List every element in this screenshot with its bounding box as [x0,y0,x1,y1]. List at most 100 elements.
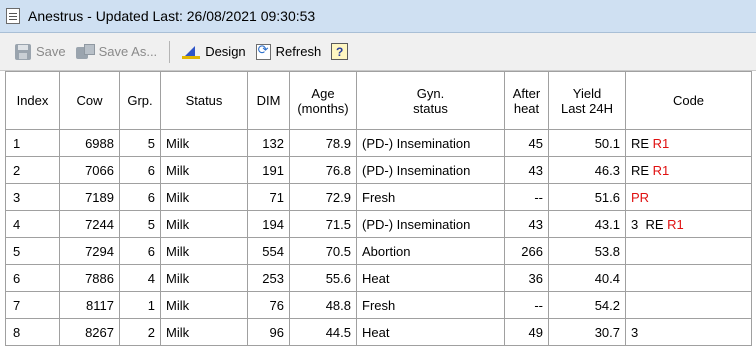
cell-gyn-status[interactable]: (PD-) Insemination [356,156,505,184]
cell-yield[interactable]: 51.6 [548,183,626,211]
table-row[interactable]: 3 7189 6 Milk 71 72.9 Fresh -- 51.6 PR [5,183,752,211]
cell-cow[interactable]: 8117 [59,291,120,319]
cell-gyn-status[interactable]: (PD-) Insemination [356,129,505,157]
cell-gyn-status[interactable]: Fresh [356,291,505,319]
header-code[interactable]: Code [625,71,752,130]
cell-cow[interactable]: 8267 [59,318,120,346]
header-index[interactable]: Index [5,71,60,130]
cell-gyn-status[interactable]: Fresh [356,183,505,211]
cell-cow[interactable]: 7066 [59,156,120,184]
save-button[interactable]: Save [10,39,71,65]
help-button[interactable]: ? [326,39,353,65]
cell-grp[interactable]: 5 [119,210,161,238]
cell-after-heat[interactable]: 49 [504,318,549,346]
cell-age[interactable]: 70.5 [289,237,357,265]
cell-after-heat[interactable]: 266 [504,237,549,265]
cell-status[interactable]: Milk [160,291,248,319]
cell-age[interactable]: 48.8 [289,291,357,319]
cell-index[interactable]: 8 [5,318,60,346]
table-row[interactable]: 4 7244 5 Milk 194 71.5 (PD-) Insemination 43 43.… [5,210,752,238]
cell-after-heat[interactable]: -- [504,183,549,211]
cell-yield[interactable]: 43.1 [548,210,626,238]
cell-grp[interactable]: 4 [119,264,161,292]
cell-yield[interactable]: 46.3 [548,156,626,184]
cell-code[interactable] [625,237,752,265]
cell-status[interactable]: Milk [160,318,248,346]
cell-grp[interactable]: 5 [119,129,161,157]
cell-age[interactable]: 78.9 [289,129,357,157]
header-yield[interactable]: Yield Last 24H [548,71,626,130]
cell-yield[interactable]: 30.7 [548,318,626,346]
cell-index[interactable]: 1 [5,129,60,157]
cell-age[interactable]: 76.8 [289,156,357,184]
cell-grp[interactable]: 6 [119,156,161,184]
cell-index[interactable]: 5 [5,237,60,265]
save-as-button[interactable]: Save As... [71,39,163,65]
cell-dim[interactable]: 76 [247,291,290,319]
cell-code[interactable] [625,291,752,319]
header-status[interactable]: Status [160,71,248,130]
refresh-button[interactable]: Refresh [251,39,327,65]
table-row[interactable]: 6 7886 4 Milk 253 55.6 Heat 36 40.4 [5,264,752,292]
cell-index[interactable]: 2 [5,156,60,184]
cell-gyn-status[interactable]: (PD-) Insemination [356,210,505,238]
cell-yield[interactable]: 53.8 [548,237,626,265]
table-row[interactable]: 8 8267 2 Milk 96 44.5 Heat 49 30.7 3 [5,318,752,346]
cell-after-heat[interactable]: -- [504,291,549,319]
table-row[interactable]: 5 7294 6 Milk 554 70.5 Abortion 266 53.8 [5,237,752,265]
cell-index[interactable]: 3 [5,183,60,211]
cell-status[interactable]: Milk [160,156,248,184]
cell-yield[interactable]: 54.2 [548,291,626,319]
cell-grp[interactable]: 6 [119,237,161,265]
header-gyn-status[interactable]: Gyn. status [356,71,505,130]
cell-age[interactable]: 71.5 [289,210,357,238]
cell-cow[interactable]: 7294 [59,237,120,265]
cell-dim[interactable]: 132 [247,129,290,157]
cell-dim[interactable]: 191 [247,156,290,184]
header-age[interactable]: Age (months) [289,71,357,130]
cell-dim[interactable]: 194 [247,210,290,238]
cell-after-heat[interactable]: 36 [504,264,549,292]
cell-dim[interactable]: 253 [247,264,290,292]
cell-code[interactable] [625,264,752,292]
cell-status[interactable]: Milk [160,183,248,211]
cell-status[interactable]: Milk [160,129,248,157]
cell-code[interactable]: 3 RE R1 [625,210,752,238]
cell-age[interactable]: 44.5 [289,318,357,346]
cell-dim[interactable]: 71 [247,183,290,211]
title-bar[interactable]: Anestrus - Updated Last: 26/08/2021 09:3… [0,0,756,33]
cell-gyn-status[interactable]: Abortion [356,237,505,265]
header-grp[interactable]: Grp. [119,71,161,130]
cell-dim[interactable]: 554 [247,237,290,265]
header-after-heat[interactable]: After heat [504,71,549,130]
cell-dim[interactable]: 96 [247,318,290,346]
cell-yield[interactable]: 40.4 [548,264,626,292]
cell-cow[interactable]: 7189 [59,183,120,211]
cell-code[interactable]: RE R1 [625,156,752,184]
cell-cow[interactable]: 7244 [59,210,120,238]
cell-code[interactable]: PR [625,183,752,211]
cell-cow[interactable]: 6988 [59,129,120,157]
cell-grp[interactable]: 6 [119,183,161,211]
cell-yield[interactable]: 50.1 [548,129,626,157]
table-row[interactable]: 1 6988 5 Milk 132 78.9 (PD-) Insemination 45 50.… [5,129,752,157]
cell-status[interactable]: Milk [160,237,248,265]
header-dim[interactable]: DIM [247,71,290,130]
cell-gyn-status[interactable]: Heat [356,318,505,346]
header-cow[interactable]: Cow [59,71,120,130]
cell-cow[interactable]: 7886 [59,264,120,292]
table-row[interactable]: 2 7066 6 Milk 191 76.8 (PD-) Insemination 43 46.… [5,156,752,184]
cell-gyn-status[interactable]: Heat [356,264,505,292]
cell-code[interactable]: 3 [625,318,752,346]
cell-grp[interactable]: 1 [119,291,161,319]
cell-age[interactable]: 72.9 [289,183,357,211]
cell-after-heat[interactable]: 43 [504,156,549,184]
cell-after-heat[interactable]: 43 [504,210,549,238]
design-button[interactable]: Design [177,39,250,65]
cell-age[interactable]: 55.6 [289,264,357,292]
cell-index[interactable]: 6 [5,264,60,292]
cell-index[interactable]: 4 [5,210,60,238]
cell-index[interactable]: 7 [5,291,60,319]
table-row[interactable]: 7 8117 1 Milk 76 48.8 Fresh -- 54.2 [5,291,752,319]
cell-status[interactable]: Milk [160,210,248,238]
